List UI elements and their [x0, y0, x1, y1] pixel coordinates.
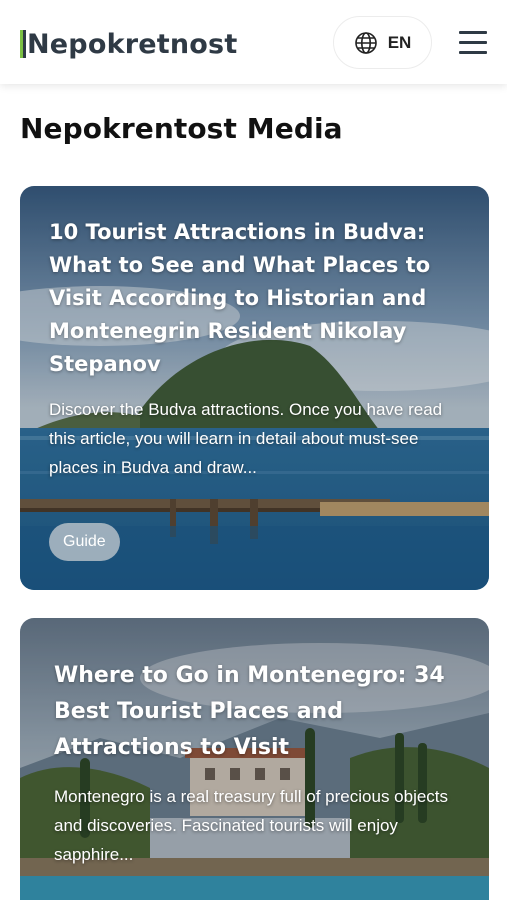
- article-description: Montenegro is a real treasury full of pr…: [54, 787, 449, 864]
- logo-mark-icon: [20, 30, 26, 58]
- hamburger-menu-icon[interactable]: [459, 30, 489, 54]
- logo-text: Nepokretnost: [27, 28, 238, 60]
- category-tag[interactable]: Guide: [49, 523, 120, 561]
- article-card[interactable]: Where to Go in Montenegro: 34 Best Touri…: [20, 618, 489, 900]
- top-header: Nepokretnost EN: [0, 0, 507, 84]
- language-label: EN: [387, 32, 412, 52]
- page-title: Nepokrentost Media: [20, 112, 343, 145]
- article-card[interactable]: 10 Tourist Attractions in Budva: What to…: [20, 186, 489, 590]
- article-title[interactable]: Where to Go in Montenegro: 34 Best Touri…: [54, 658, 464, 766]
- language-switcher-button[interactable]: EN: [333, 16, 432, 69]
- globe-icon: [354, 31, 377, 54]
- site-logo[interactable]: Nepokretnost: [20, 24, 237, 64]
- article-title[interactable]: 10 Tourist Attractions in Budva: What to…: [49, 216, 469, 381]
- article-description: Discover the Budva attractions. Once you…: [49, 400, 443, 477]
